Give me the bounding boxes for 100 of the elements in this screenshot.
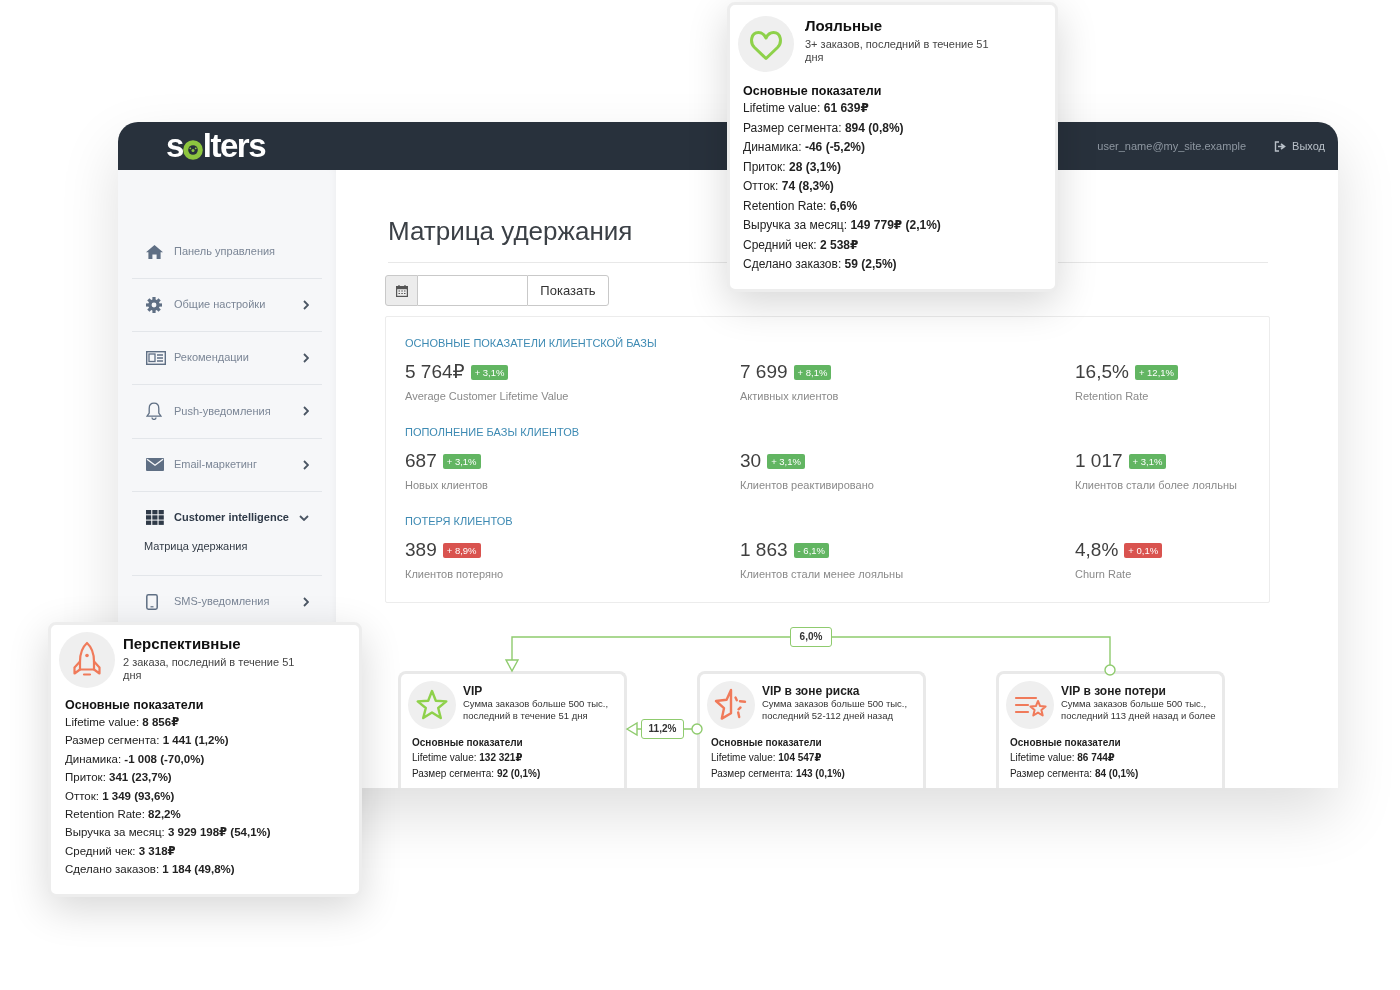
metrics-heading: Основные показатели — [412, 736, 524, 750]
segment-description: Сумма заказов больше 500 тыс., последний 113 дней назад и более — [1061, 698, 1217, 722]
sidebar-item[interactable]: Push-уведомления — [132, 385, 322, 438]
percentage-label: 6,0% — [790, 627, 832, 647]
metric-label: Retention Rate — [1075, 389, 1149, 404]
change-badge: - 6,1% — [793, 542, 829, 558]
metric-row-text: Сделано заказов: 1 184 (49,8%) — [65, 862, 236, 878]
segment-title: VIP в зоне потери — [1061, 684, 1167, 698]
metric-row-text: Lifetime value: 132 321₽ — [412, 751, 524, 765]
change-badge: + 3,1% — [767, 453, 805, 469]
metric-row-text: Retention Rate: 82,2% — [65, 807, 182, 823]
chevron-right-icon — [303, 459, 309, 470]
chevron-right-icon — [303, 299, 309, 310]
metric-row-text: Lifetime value: 8 856₽ — [65, 715, 181, 730]
logo-mark-icon — [182, 140, 203, 160]
metric-row-text: Отток: 1 349 (93,6%) — [65, 788, 176, 804]
segment-description: 3+ заказов, последний в течение 51 дня — [805, 38, 990, 64]
metric-row-text: Приток: 28 (3,1%) — [743, 158, 842, 176]
metric-row-text: Размер сегмента: 1 441 (1,2%) — [65, 733, 230, 749]
segment-title: Лояльные — [805, 17, 884, 35]
segment-description: 2 заказа, последний в течение 51 дня — [123, 656, 296, 682]
metric-value: 389 — [405, 538, 437, 562]
metric-value: 687 — [405, 449, 437, 473]
metric-value: 5 764₽ — [405, 360, 465, 384]
calendar-icon — [395, 284, 408, 297]
metric-row-text: Средний чек: 2 538₽ — [743, 236, 860, 254]
metric-row-text: Lifetime value: 86 744₽ — [1010, 751, 1116, 765]
metric-row-text: Сделано заказов: 59 (2,5%) — [743, 256, 898, 273]
metric-value: 1 863 — [740, 538, 788, 562]
sidebar-subitem[interactable]: Матрица удержания — [144, 538, 248, 555]
metric-row-text: Размер сегмента: 84 (0,1%) — [1010, 767, 1140, 781]
metric-row-text: Выручка за месяц: 3 929 198₽ (54,1%) — [65, 825, 272, 841]
show-button[interactable]: Показать — [527, 275, 609, 306]
metric-label: Churn Rate — [1075, 567, 1132, 582]
percentage-label: 11,2% — [641, 719, 684, 739]
metric-value: 7 699 — [740, 360, 788, 384]
metric-label: Average Customer Lifetime Value — [405, 389, 569, 404]
segment-title: VIP в зоне риска — [762, 684, 861, 698]
sidebar-item[interactable]: Рекомендации — [132, 332, 322, 384]
metric-label: Новых клиентов — [405, 478, 488, 493]
metric-row-text: Отток: 74 (8,3%) — [743, 178, 835, 195]
sidebar-item[interactable]: Email-маркетинг — [132, 439, 322, 491]
change-badge: + 3,1% — [1128, 453, 1167, 469]
change-badge: + 8,1% — [793, 364, 832, 380]
logout-link[interactable]: Выход — [1274, 139, 1325, 153]
chevron-down-icon — [299, 514, 309, 521]
date-field[interactable] — [418, 275, 527, 306]
sidebar-item[interactable]: Панель управления — [132, 226, 322, 278]
sidebar-item[interactable]: Общие настройки — [132, 279, 322, 331]
house-icon — [146, 244, 163, 259]
logo-text: s — [166, 129, 183, 163]
segment-title: VIP — [463, 684, 484, 698]
metric-row-text: Retention Rate: 6,6% — [743, 197, 859, 215]
sidebar-item[interactable]: Customer intelligence — [132, 492, 322, 526]
change-badge: + 3,1% — [442, 453, 481, 469]
rocket-icon — [59, 632, 115, 688]
logo-text: lters — [202, 129, 266, 163]
metric-row-text: Lifetime value: 61 639₽ — [743, 100, 870, 117]
metrics-heading: Основные показатели — [1010, 736, 1122, 750]
metric-row-text: Приток: 341 (23,7%) — [65, 770, 173, 786]
metric-row-text: Динамика: -46 (-5,2%) — [743, 139, 866, 156]
change-badge: + 8,9% — [442, 542, 481, 558]
metric-row-text: Размер сегмента: 143 (0,1%) — [711, 767, 846, 781]
calendar-button[interactable] — [385, 275, 418, 306]
metrics-heading: Основные показатели — [711, 736, 823, 750]
metric-label: Клиентов стали более лояльны — [1075, 478, 1237, 493]
change-badge: + 3,1% — [470, 364, 509, 380]
newspaper-icon — [146, 350, 166, 365]
metric-label: Клиентов потеряно — [405, 567, 504, 582]
page-title: Матрица удержания — [388, 215, 633, 248]
envelope-icon — [146, 458, 164, 471]
metric-row-text: Размер сегмента: 92 (0,1%) — [412, 767, 542, 781]
sidebar-item[interactable]: SMS-уведомления — [132, 576, 322, 628]
segment-description: Сумма заказов больше 500 тыс., последний в течение 51 дня — [463, 698, 610, 722]
metric-value: 30 — [740, 449, 762, 473]
section-heading: ПОТЕРЯ КЛИЕНТОВ — [405, 514, 513, 528]
metric-label: Клиентов реактивировано — [740, 478, 874, 493]
metric-label: Активных клиентов — [740, 389, 839, 404]
metric-row-text: Средний чек: 3 318₽ — [65, 843, 177, 859]
chevron-right-icon — [303, 352, 309, 363]
bell-icon — [146, 402, 162, 420]
grid-icon — [146, 510, 164, 525]
chevron-right-icon — [303, 406, 309, 416]
metric-value: 16,5% — [1075, 360, 1129, 384]
gear-icon — [146, 296, 162, 313]
segment-title: Перспективные — [123, 635, 242, 653]
metric-value: 1 017 — [1075, 449, 1123, 473]
metric-label: Клиентов стали менее лояльны — [740, 567, 904, 582]
segment-description: Сумма заказов больше 500 тыс., последний 52-112 дней назад — [762, 698, 909, 722]
logout-icon — [1274, 140, 1287, 152]
metrics-heading: Основные показатели — [65, 697, 205, 713]
metric-row-text: Lifetime value: 104 547₽ — [711, 751, 823, 765]
tablet-icon — [146, 593, 158, 610]
metric-row-text: Выручка за месяц: 149 779₽ (2,1%) — [743, 217, 942, 234]
metric-row-text: Размер сегмента: 894 (0,8%) — [743, 119, 905, 137]
change-badge: + 0,1% — [1124, 542, 1163, 558]
user-email: user_name@my_site.example — [1097, 139, 1247, 153]
metric-value: 4,8% — [1075, 538, 1119, 562]
metric-row-text: Динамика: -1 008 (-70,0%) — [65, 751, 206, 767]
metrics-heading: Основные показатели — [743, 83, 883, 99]
